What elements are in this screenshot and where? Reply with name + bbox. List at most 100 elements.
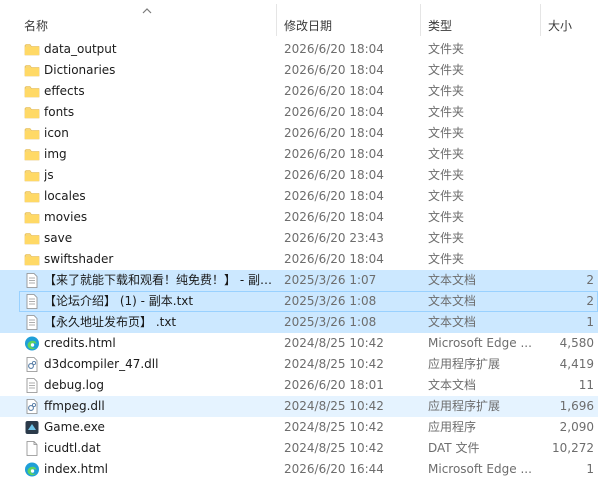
file-name: movies [44, 210, 88, 224]
file-date: 2026/6/20 18:04 [284, 252, 384, 266]
file-size [542, 186, 594, 207]
column-name[interactable]: 名称 [24, 0, 48, 36]
folder-icon [24, 126, 40, 141]
file-row[interactable]: debug.log 2026/6/20 18:01 文本文档 11 [0, 375, 598, 396]
file-row[interactable]: 【来了就能下载和观看！纯免费！】 - 副… 2025/3/26 1:07 文本文档 2 [0, 270, 598, 291]
sort-ascending-icon[interactable] [141, 6, 153, 16]
file-type: 文件夹 [428, 210, 465, 224]
file-row[interactable]: fonts 2026/6/20 18:04 文件夹 [0, 102, 598, 123]
file-row[interactable]: effects 2026/6/20 18:04 文件夹 [0, 81, 598, 102]
file-size [542, 39, 594, 60]
file-name: ffmpeg.dll [44, 399, 105, 413]
file-row[interactable]: icudtl.dat 2024/8/25 10:42 DAT 文件 10,272 [0, 438, 598, 459]
file-name: fonts [44, 105, 75, 119]
dll-icon [24, 357, 40, 372]
column-date[interactable]: 修改日期 [284, 0, 332, 36]
file-size: 2 [586, 273, 594, 287]
file-row[interactable]: icon 2026/6/20 18:04 文件夹 [0, 123, 598, 144]
folder-icon [24, 63, 40, 78]
text-file-icon [24, 378, 40, 393]
file-date: 2025/3/26 1:08 [284, 315, 377, 329]
file-row[interactable]: swiftshader 2026/6/20 18:04 文件夹 [0, 249, 598, 270]
file-list: data_output 2026/6/20 18:04 文件夹 Dictionarie… [0, 39, 598, 480]
file-date: 2025/3/26 1:08 [284, 294, 377, 308]
file-name: 【来了就能下载和观看！纯免费！】 - 副… [44, 273, 272, 287]
file-name: credits.html [44, 336, 116, 350]
file-row[interactable]: locales 2026/6/20 18:04 文件夹 [0, 186, 598, 207]
file-row[interactable]: Game.exe 2024/8/25 10:42 应用程序 2,090 [0, 417, 598, 438]
folder-icon [24, 210, 40, 225]
file-size [542, 102, 594, 123]
file-size: 1 [586, 462, 594, 476]
file-name: img [44, 147, 67, 161]
file-size: 4,419 [559, 357, 594, 371]
file-row[interactable]: img 2026/6/20 18:04 文件夹 [0, 144, 598, 165]
file-size: 1,696 [559, 399, 594, 413]
file-date: 2026/6/20 16:44 [284, 462, 384, 476]
file-name: icudtl.dat [44, 441, 101, 455]
file-size [542, 60, 594, 81]
file-date: 2026/6/20 18:04 [284, 189, 384, 203]
file-date: 2026/6/20 18:04 [284, 84, 384, 98]
text-file-icon [24, 294, 40, 309]
file-type: 文件夹 [428, 147, 465, 161]
file-type: 文本文档 [428, 315, 477, 329]
file-type: 文本文档 [428, 294, 477, 308]
text-file-icon [24, 315, 40, 330]
column-type[interactable]: 类型 [428, 0, 452, 36]
file-name: save [44, 231, 73, 245]
file-row[interactable]: d3dcompiler_47.dll 2024/8/25 10:42 应用程序扩展 4… [0, 354, 598, 375]
edge-icon [24, 336, 40, 351]
column-header: 名称 修改日期 类型 大小 [0, 0, 598, 36]
file-size: 2 [586, 294, 594, 308]
file-name: 【永久地址发布页】 .txt [44, 315, 177, 329]
file-type: 文件夹 [428, 189, 465, 203]
folder-icon [24, 84, 40, 99]
file-row[interactable]: js 2026/6/20 18:04 文件夹 [0, 165, 598, 186]
file-size [542, 207, 594, 228]
file-type: Microsoft Edge ... [428, 462, 532, 476]
file-type: 应用程序扩展 [428, 357, 501, 371]
column-divider[interactable] [540, 4, 541, 36]
file-date: 2024/8/25 10:42 [284, 441, 384, 455]
file-date: 2024/8/25 10:42 [284, 399, 384, 413]
file-name: icon [44, 126, 69, 140]
column-divider[interactable] [420, 4, 421, 36]
file-row[interactable]: data_output 2026/6/20 18:04 文件夹 [0, 39, 598, 60]
folder-icon [24, 189, 40, 204]
file-size: 11 [578, 378, 594, 392]
file-date: 2026/6/20 18:04 [284, 147, 384, 161]
file-size: 2,090 [559, 420, 594, 434]
file-name: debug.log [44, 378, 104, 392]
file-size [542, 165, 594, 186]
file-row[interactable]: movies 2026/6/20 18:04 文件夹 [0, 207, 598, 228]
edge-icon [24, 462, 40, 477]
file-row[interactable]: credits.html 2024/8/25 10:42 Microsoft Edg… [0, 333, 598, 354]
column-size[interactable]: 大小 [548, 0, 572, 36]
file-row[interactable]: index.html 2026/6/20 16:44 Microsoft Edge … [0, 459, 598, 480]
file-row[interactable]: Dictionaries 2026/6/20 18:04 文件夹 [0, 60, 598, 81]
file-date: 2025/3/26 1:07 [284, 273, 377, 287]
file-date: 2026/6/20 18:04 [284, 105, 384, 119]
file-size [542, 228, 594, 249]
file-row[interactable]: ffmpeg.dll 2024/8/25 10:42 应用程序扩展 1,696 [0, 396, 598, 417]
file-type: 文件夹 [428, 168, 465, 182]
file-date: 2026/6/20 18:04 [284, 126, 384, 140]
file-row[interactable]: save 2026/6/20 23:43 文件夹 [0, 228, 598, 249]
file-row[interactable]: 【论坛介绍】 (1) - 副本.txt 2025/3/26 1:08 文本文档 2 [0, 291, 598, 312]
file-name: index.html [44, 462, 108, 476]
file-row[interactable]: 【永久地址发布页】 .txt 2025/3/26 1:08 文本文档 1 [0, 312, 598, 333]
file-size: 10,272 [552, 441, 594, 455]
dll-icon [24, 399, 40, 414]
file-type: 文件夹 [428, 63, 465, 77]
column-divider[interactable] [276, 4, 277, 36]
file-name: swiftshader [44, 252, 114, 266]
file-type: 文本文档 [428, 273, 477, 287]
file-type: 文件夹 [428, 231, 465, 245]
file-type: DAT 文件 [428, 441, 480, 455]
file-name: Dictionaries [44, 63, 116, 77]
file-type: 文件夹 [428, 42, 465, 56]
file-date: 2026/6/20 18:04 [284, 42, 384, 56]
file-name: Game.exe [44, 420, 105, 434]
file-name: data_output [44, 42, 117, 56]
